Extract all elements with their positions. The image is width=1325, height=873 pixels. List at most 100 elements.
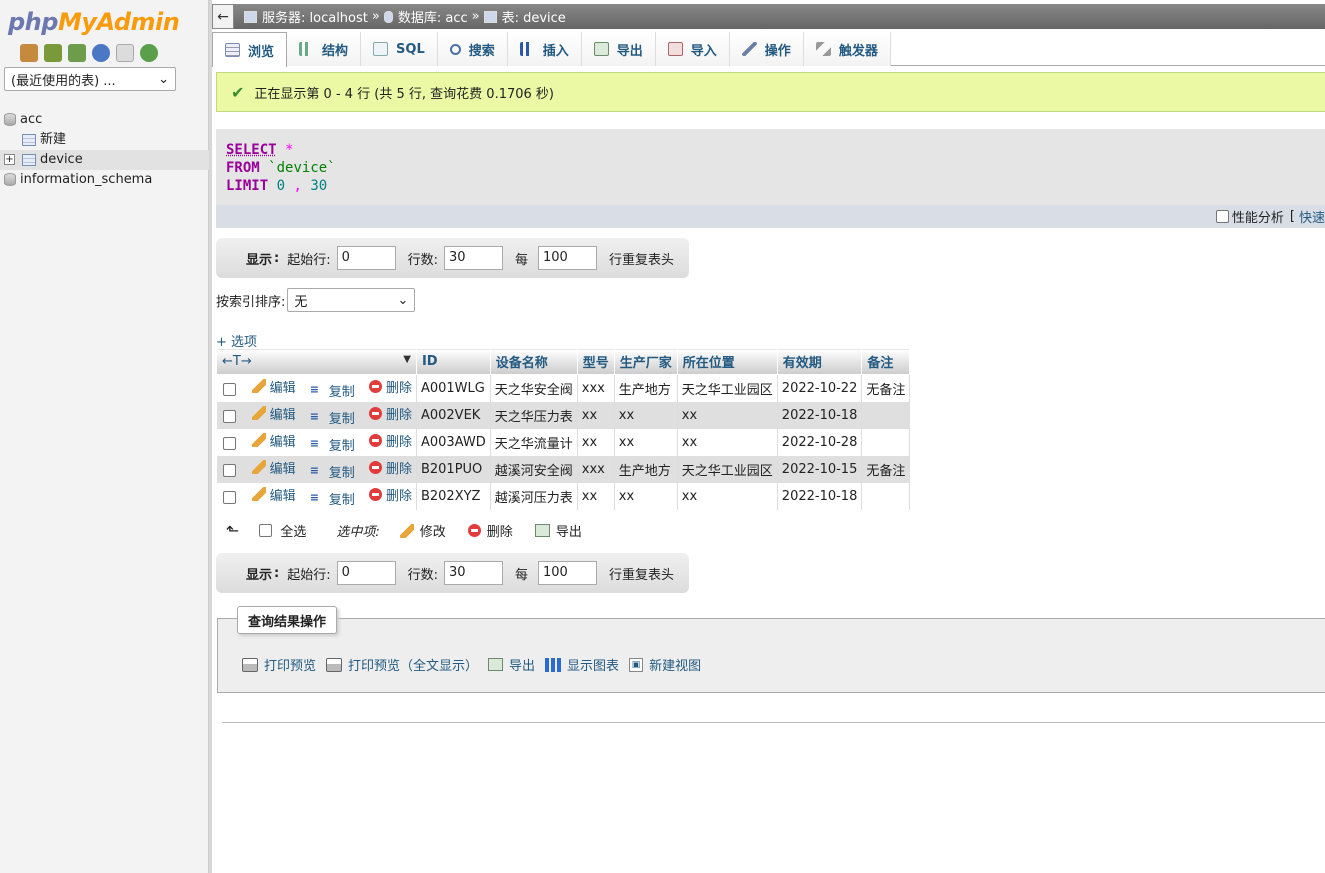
collapse-nav-icon[interactable]: ← [212, 4, 234, 29]
cell-remark[interactable]: 无备注 [861, 455, 911, 483]
cell-expiry[interactable]: 2022-10-18 [777, 482, 863, 510]
edit-row-button[interactable]: 编辑 [251, 404, 296, 423]
cell-remark[interactable]: 无备注 [861, 374, 911, 402]
display-chart-link[interactable]: 显示图表 [545, 655, 619, 674]
cell-manufacturer[interactable]: xx [614, 482, 678, 510]
col-header-model[interactable]: 型号 [576, 348, 615, 375]
tab-import[interactable]: 导入 [655, 32, 730, 66]
col-header-manufacturer[interactable]: 生产厂家 [613, 348, 678, 375]
help-icon[interactable] [92, 44, 110, 62]
reload-icon[interactable] [140, 44, 158, 62]
tree-new-table[interactable]: 新建 [0, 130, 209, 150]
cell-location[interactable]: 天之华工业园区 [677, 374, 778, 402]
tab-triggers[interactable]: 触发器 [803, 32, 891, 66]
cell-id[interactable]: A001WLG [416, 374, 491, 402]
create-view-link[interactable]: ▣ 新建视图 [629, 655, 701, 674]
col-header-remark[interactable]: 备注 [861, 348, 911, 375]
sql-query-icon[interactable] [68, 44, 86, 62]
cell-id[interactable]: B202XYZ [416, 482, 491, 510]
cell-name[interactable]: 越溪河压力表 [490, 482, 578, 510]
delete-row-button[interactable]: 删除 [368, 458, 412, 477]
column-dropdown-icon[interactable]: ▼ [403, 354, 411, 365]
cell-location[interactable]: 天之华工业园区 [677, 455, 778, 483]
breadcrumb-table[interactable]: 表: device [483, 7, 566, 26]
tab-insert[interactable]: 插入 [507, 32, 582, 66]
cell-remark[interactable] [861, 428, 911, 456]
breadcrumb-server[interactable]: 服务器: localhost [244, 7, 368, 26]
cell-remark[interactable] [861, 401, 911, 429]
recent-tables-select[interactable]: (最近使用的表) ... ⌄ [4, 67, 176, 91]
breadcrumb-database[interactable]: 数据库: acc [383, 7, 468, 26]
delete-row-button[interactable]: 删除 [368, 431, 412, 450]
bulk-export-button[interactable]: 导出 [534, 521, 582, 540]
tab-browse[interactable]: 浏览 [212, 32, 288, 67]
cell-expiry[interactable]: 2022-10-15 [777, 455, 863, 483]
cell-manufacturer[interactable]: 生产地方 [614, 455, 678, 483]
print-preview-full-link[interactable]: 打印预览（全文显示） [326, 655, 478, 674]
select-all-checkbox[interactable] [259, 524, 273, 537]
cell-manufacturer[interactable]: 生产地方 [614, 374, 678, 402]
copy-row-button[interactable]: ≡ 复制 [310, 462, 355, 481]
rows-count-input[interactable]: 30 [444, 246, 503, 270]
expand-icon[interactable]: + [4, 154, 15, 165]
edit-row-button[interactable]: 编辑 [251, 458, 296, 477]
row-checkbox[interactable] [222, 437, 236, 450]
copy-row-button[interactable]: ≡ 复制 [310, 489, 355, 508]
cell-model[interactable]: xx [577, 401, 615, 429]
cell-model[interactable]: xx [577, 482, 615, 510]
col-header-location[interactable]: 所在位置 [676, 348, 778, 375]
tree-db-acc[interactable]: acc [0, 110, 209, 130]
cell-model[interactable]: xxx [577, 455, 615, 483]
row-checkbox[interactable] [222, 464, 236, 477]
cell-location[interactable]: xx [677, 482, 778, 510]
tab-operations[interactable]: 操作 [729, 32, 804, 66]
tab-sql[interactable]: SQL [361, 32, 438, 66]
cell-remark[interactable] [861, 482, 911, 510]
home-icon[interactable] [20, 44, 38, 62]
cell-expiry[interactable]: 2022-10-18 [777, 401, 863, 429]
cell-name[interactable]: 天之华压力表 [490, 401, 578, 429]
bulk-delete-button[interactable]: 删除 [467, 521, 513, 540]
start-row-input[interactable]: 0 [336, 561, 396, 585]
tree-db-information-schema[interactable]: information_schema [0, 170, 209, 190]
export-link[interactable]: 导出 [488, 655, 535, 674]
cell-name[interactable]: 天之华安全阀 [490, 374, 578, 402]
delete-row-button[interactable]: 删除 [368, 377, 412, 396]
cell-model[interactable]: xx [577, 428, 615, 456]
tab-export[interactable]: 导出 [581, 32, 656, 66]
edit-row-button[interactable]: 编辑 [251, 377, 296, 396]
delete-row-button[interactable]: 删除 [368, 404, 412, 423]
cell-manufacturer[interactable]: xx [614, 428, 678, 456]
bulk-modify-button[interactable]: 修改 [399, 521, 446, 540]
cell-location[interactable]: xx [677, 428, 778, 456]
docs-icon[interactable] [116, 44, 134, 62]
select-all-label[interactable]: 全选 [280, 521, 306, 540]
cell-id[interactable]: A002VEK [416, 401, 491, 429]
column-arrows[interactable]: ←T→ [222, 354, 252, 369]
row-checkbox[interactable] [222, 383, 236, 397]
copy-row-button[interactable]: ≡ 复制 [310, 381, 355, 400]
row-checkbox[interactable] [222, 410, 236, 423]
cell-manufacturer[interactable]: xx [614, 401, 678, 429]
rows-count-input[interactable]: 30 [444, 561, 503, 585]
edit-row-button[interactable]: 编辑 [251, 431, 296, 450]
print-preview-link[interactable]: 打印预览 [242, 655, 316, 674]
sort-index-select[interactable]: 无 ⌄ [287, 288, 416, 312]
cell-id[interactable]: B201PUO [416, 455, 491, 483]
logout-icon[interactable] [44, 44, 62, 62]
cell-expiry[interactable]: 2022-10-22 [777, 374, 863, 402]
col-header-id[interactable]: ID [415, 348, 491, 375]
phpmyadmin-logo[interactable]: phpMyAdmin [8, 8, 180, 36]
repeat-header-input[interactable]: 100 [538, 561, 598, 585]
copy-row-button[interactable]: ≡ 复制 [310, 435, 355, 454]
col-header-name[interactable]: 设备名称 [489, 348, 578, 375]
tab-search[interactable]: 搜索 [437, 32, 508, 66]
quick-edit-link[interactable]: 快速 [1299, 207, 1325, 226]
cell-id[interactable]: A003AWD [416, 428, 491, 456]
cell-model[interactable]: xxx [577, 374, 615, 402]
cell-name[interactable]: 越溪河安全阀 [490, 455, 578, 483]
cell-location[interactable]: xx [677, 401, 778, 429]
col-header-expiry[interactable]: 有效期 [776, 348, 863, 375]
edit-row-button[interactable]: 编辑 [251, 485, 296, 504]
tab-structure[interactable]: 结构 [287, 32, 362, 66]
